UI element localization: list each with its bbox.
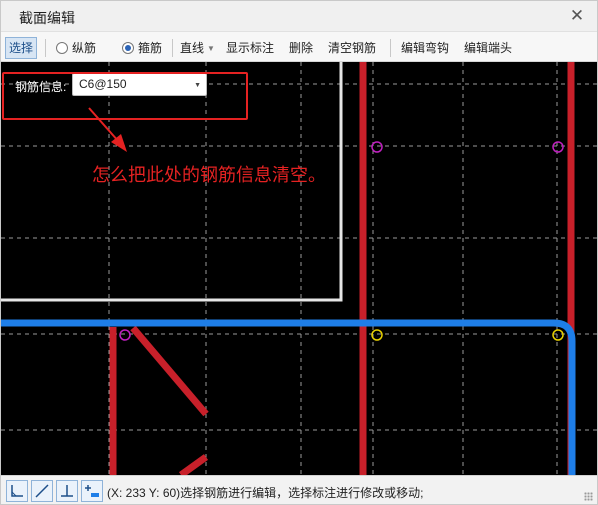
close-icon[interactable]: ✕ [567, 6, 587, 26]
magenta-point [371, 141, 383, 153]
perpendicular-tool-icon[interactable] [56, 480, 78, 502]
add-tool-icon[interactable] [81, 480, 103, 502]
toolbar: 选择 纵筋 箍筋 直线 ▼ 显示标注 删除 清空钢筋 编辑弯钩 编辑端头 [1, 31, 597, 62]
toolbar-divider [172, 39, 173, 57]
show-annotation-button[interactable]: 显示标注 [226, 38, 274, 58]
yellow-point [552, 329, 564, 341]
line-tool-icon[interactable] [31, 480, 53, 502]
angle-tool-icon[interactable] [6, 480, 28, 502]
title-bar: 截面编辑 ✕ [1, 1, 597, 31]
longitudinal-label: 纵筋 [72, 41, 97, 55]
magenta-point [552, 141, 564, 153]
longitudinal-radio[interactable]: 纵筋 [56, 38, 96, 58]
line-label: 直线 [180, 41, 205, 55]
select-button[interactable]: 选择 [5, 37, 38, 59]
status-bar: (X: 233 Y: 60)选择钢筋进行编辑，选择标注进行修改或移动; [1, 475, 597, 504]
annotation-text: 怎么把此处的钢筋信息清空。 [92, 165, 326, 185]
red-rebar-diagonal [178, 454, 209, 475]
drawing-canvas[interactable] [1, 62, 597, 475]
stirrup-label: 箍筋 [138, 41, 163, 55]
window-title: 截面编辑 [19, 10, 75, 26]
edit-end-button[interactable]: 编辑端头 [464, 38, 512, 58]
section-editor-window: 截面编辑 ✕ 选择 纵筋 箍筋 直线 ▼ 显示标注 删除 清空钢筋 编辑弯钩 编辑… [0, 0, 598, 505]
annotation-highlight-box [2, 72, 248, 120]
delete-button[interactable]: 删除 [289, 38, 313, 58]
clear-rebar-button[interactable]: 清空钢筋 [328, 38, 376, 58]
toolbar-divider [45, 39, 46, 57]
stirrup-radio[interactable]: 箍筋 [122, 38, 162, 58]
edit-hook-button[interactable]: 编辑弯钩 [401, 38, 449, 58]
toolbar-divider [390, 39, 391, 57]
red-rebar-diagonal [130, 325, 209, 417]
magenta-point [119, 329, 131, 341]
radio-icon [122, 42, 134, 54]
blue-stirrup [1, 319, 576, 475]
status-text: (X: 233 Y: 60)选择钢筋进行编辑，选择标注进行修改或移动; [107, 486, 424, 500]
line-dropdown[interactable]: 直线 ▼ [180, 38, 215, 58]
resize-grip-icon[interactable] [584, 492, 593, 501]
radio-icon [56, 42, 68, 54]
chevron-down-icon: ▼ [207, 44, 215, 53]
section-drawing[interactable] [1, 62, 597, 475]
